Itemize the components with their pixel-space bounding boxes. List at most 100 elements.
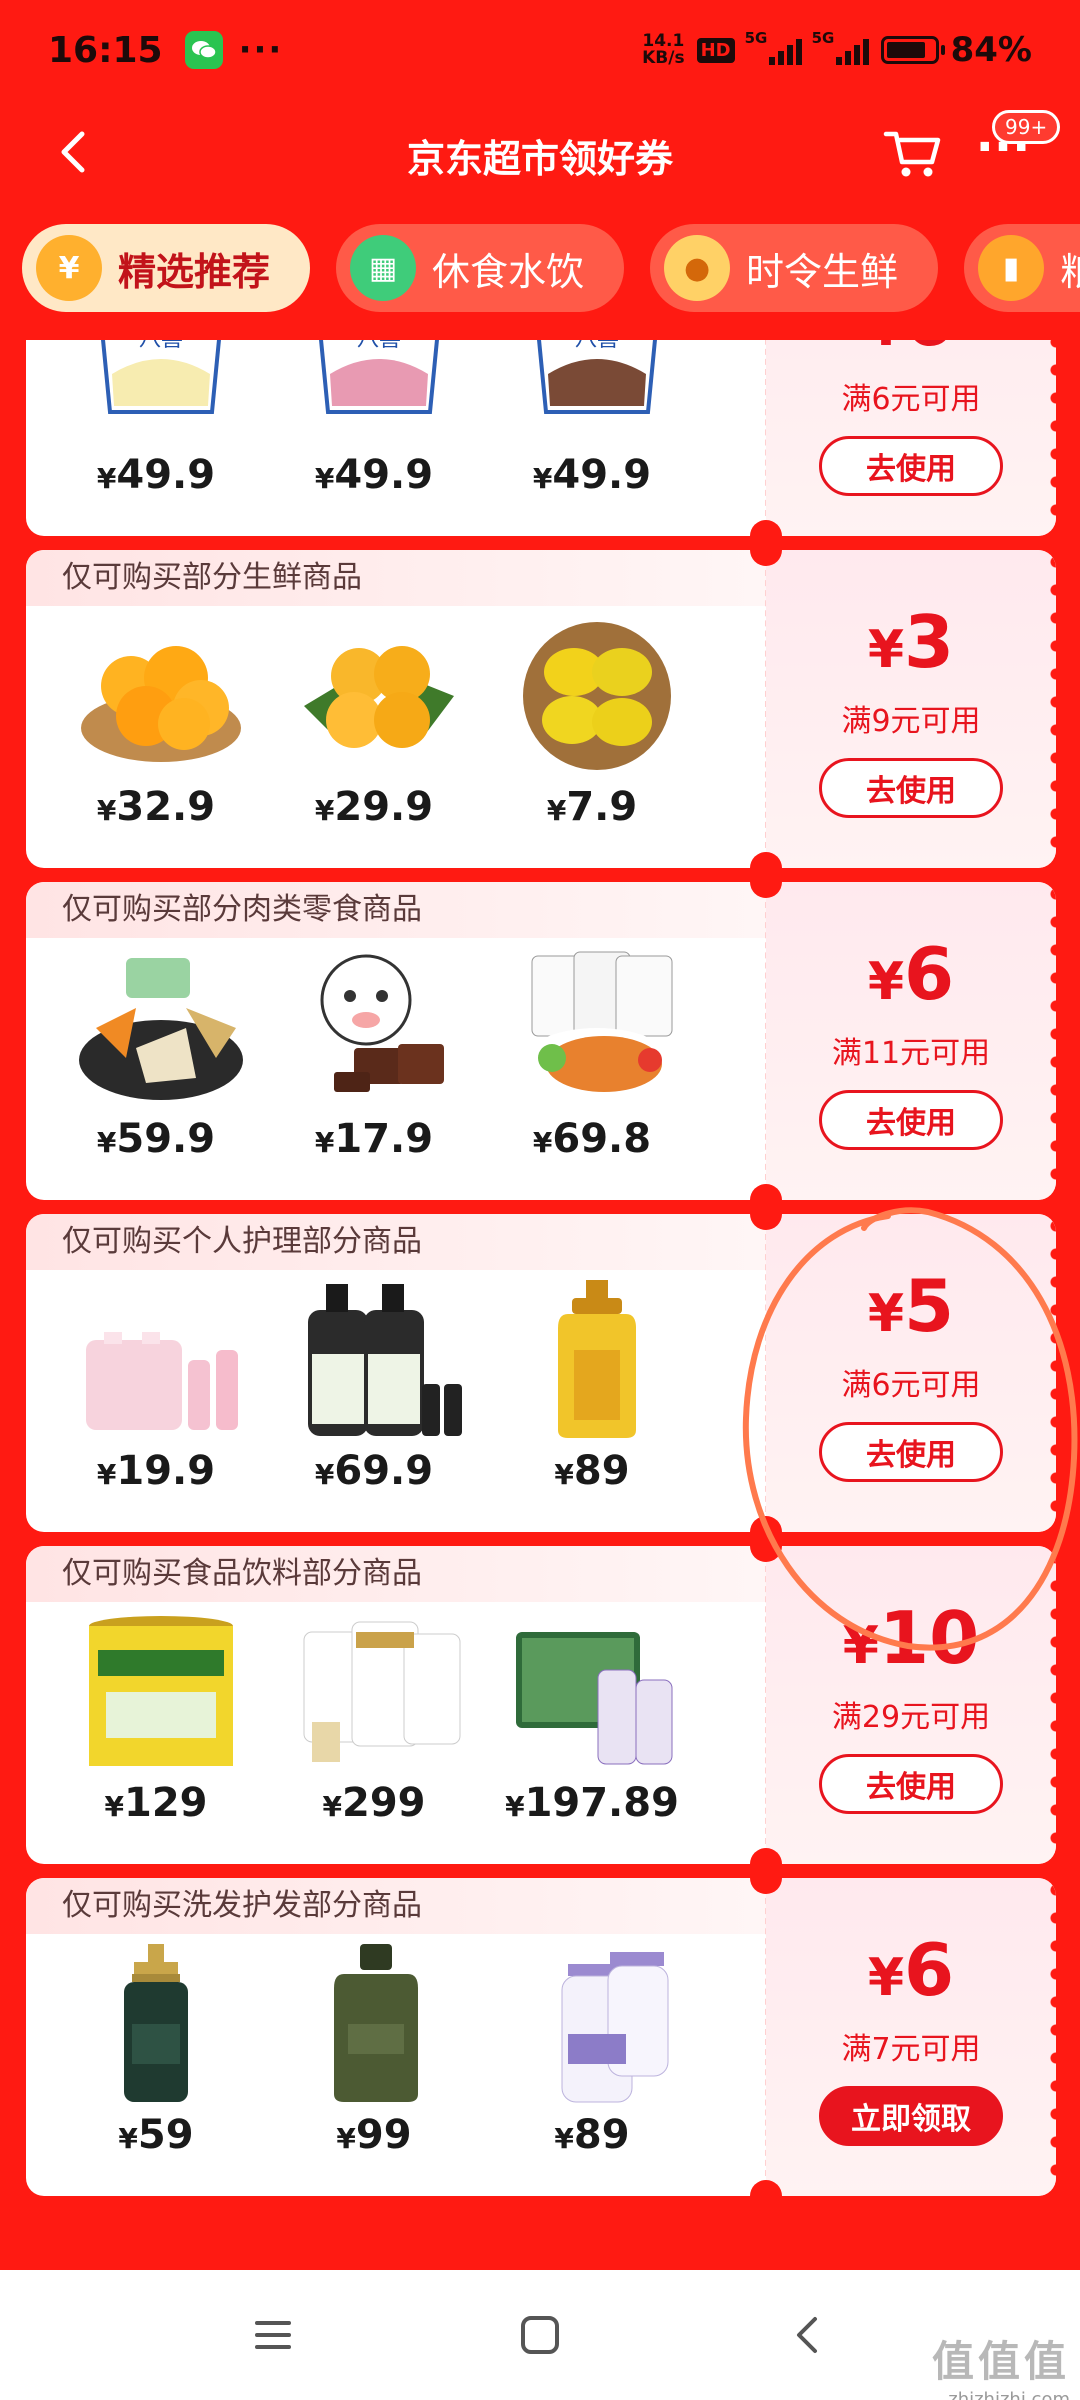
product-price: ¥17.9 xyxy=(274,1116,474,1162)
coupon-amount: ¥5 xyxy=(868,1264,954,1356)
coupon-card[interactable]: 仅可购买部分肉类零食商品 ¥59.9 ¥17.9 ¥69.8 ¥6 满11元可用… xyxy=(26,882,1056,1200)
product-image: 八喜 xyxy=(76,340,246,444)
status-more-dots: ··· xyxy=(238,30,284,70)
coupon-amount-value: 6 xyxy=(904,932,955,1016)
coupon-condition: 仅可购买个人护理部分商品 xyxy=(26,1214,766,1270)
coupon-card[interactable]: 仅可购买部分生鲜商品 ¥32.9 ¥29.9 ¥7.9 ¥3 满9元可用 去使用 xyxy=(26,550,1056,868)
price-value: 69.8 xyxy=(552,1116,652,1162)
currency-symbol: ¥ xyxy=(532,1126,553,1159)
product-image xyxy=(76,948,246,1108)
price-value: 99 xyxy=(355,2112,412,2158)
currency-symbol: ¥ xyxy=(314,794,335,827)
product-image xyxy=(294,1280,464,1440)
price-value: 89 xyxy=(573,2112,630,2158)
product-image xyxy=(294,616,464,776)
coupon-products-area: 仅可购买洗发护发部分商品 ¥59 ¥99 ¥89 xyxy=(26,1878,766,2196)
snack-icon: ▦ xyxy=(350,235,417,301)
price-value: 69.9 xyxy=(334,1448,434,1494)
coupon-card[interactable]: 仅可购买食品饮料部分商品 ¥129 ¥299 ¥197.89 ¥10 满29元可… xyxy=(26,1546,1056,1864)
currency-symbol: ¥ xyxy=(867,952,905,1012)
use-coupon-button[interactable]: 去使用 xyxy=(819,1754,1003,1814)
price-value: 49.9 xyxy=(334,452,434,498)
currency-symbol: ¥ xyxy=(336,2122,356,2155)
drink-icon: ▮ xyxy=(978,235,1045,301)
product-item[interactable]: ¥69.9 xyxy=(274,1276,492,1526)
currency-symbol: ¥ xyxy=(96,794,117,827)
product-item[interactable]: ¥69.8 xyxy=(492,944,710,1194)
product-image xyxy=(512,948,682,1108)
currency-symbol: ¥ xyxy=(546,794,567,827)
product-item[interactable]: ¥17.9 xyxy=(274,944,492,1194)
product-item[interactable]: ¥197.89 xyxy=(492,1608,710,1858)
product-item[interactable]: ¥7.9 xyxy=(492,612,710,862)
claim-coupon-button[interactable]: 立即领取 xyxy=(819,2086,1003,2146)
use-coupon-button[interactable]: 去使用 xyxy=(819,1090,1003,1150)
status-time: 16:15 xyxy=(48,29,163,71)
network-speed-unit: KB/s xyxy=(642,48,685,68)
product-item[interactable]: ¥89 xyxy=(492,1276,710,1526)
coupon-amount: ¥6 xyxy=(868,932,954,1024)
product-price: ¥69.9 xyxy=(274,1448,474,1494)
coupon-card[interactable]: 仅可购买个人护理部分商品 ¥19.9 ¥69.9 ¥89 ¥5 满6元可用 去使… xyxy=(26,1214,1056,1532)
back-button[interactable] xyxy=(44,122,104,182)
coupon-value-area: ¥6 满6元可用 去使用 xyxy=(766,340,1056,536)
product-item[interactable]: ¥99 xyxy=(274,1940,492,2190)
use-coupon-button[interactable]: 去使用 xyxy=(819,436,1003,496)
menu-nav-button[interactable] xyxy=(233,2295,313,2375)
tab-snacks-drinks[interactable]: ▦ 休食水饮 xyxy=(336,224,625,312)
tab-grain[interactable]: ▮ 粮 xyxy=(964,224,1080,312)
product-row: ¥59.9 ¥17.9 ¥69.8 xyxy=(26,944,766,1194)
tab-featured[interactable]: ¥ 精选推荐 xyxy=(22,224,311,312)
price-value: 129 xyxy=(123,1780,208,1826)
product-item[interactable]: ¥89 xyxy=(492,1940,710,2190)
product-row: ¥59 ¥99 ¥89 xyxy=(26,1940,766,2190)
product-row: ¥129 ¥299 ¥197.89 xyxy=(26,1608,766,1858)
product-item[interactable]: ¥19.9 xyxy=(56,1276,274,1526)
product-item[interactable]: ¥59 xyxy=(56,1940,274,2190)
product-image xyxy=(294,1944,464,2104)
product-item[interactable]: ¥59.9 xyxy=(56,944,274,1194)
currency-symbol: ¥ xyxy=(554,2122,574,2155)
use-coupon-button[interactable]: 去使用 xyxy=(819,1422,1003,1482)
use-coupon-button[interactable]: 去使用 xyxy=(819,758,1003,818)
product-image xyxy=(294,1612,464,1772)
home-nav-button[interactable] xyxy=(500,2295,580,2375)
product-price: ¥89 xyxy=(492,2112,692,2158)
currency-symbol: ¥ xyxy=(554,1458,574,1491)
price-value: 59 xyxy=(137,2112,194,2158)
coupon-card[interactable]: 仅可购买洗发护发部分商品 ¥59 ¥99 ¥89 ¥6 满7元可用 立即领取 xyxy=(26,1878,1056,2196)
svg-text:八喜: 八喜 xyxy=(139,340,183,352)
product-item[interactable]: ¥129 xyxy=(56,1608,274,1858)
price-value: 299 xyxy=(341,1780,426,1826)
cart-icon[interactable] xyxy=(880,120,946,186)
product-price: ¥197.89 xyxy=(492,1780,692,1826)
price-value: 17.9 xyxy=(334,1116,434,1162)
coupon-amount: ¥3 xyxy=(868,600,954,692)
product-item[interactable]: 八喜 ¥49.9 xyxy=(274,340,492,530)
product-price: ¥89 xyxy=(492,1448,692,1494)
signal-icon: 5G xyxy=(812,29,869,65)
fruit-icon: ● xyxy=(664,235,731,301)
coupon-list[interactable]: 八喜 ¥49.9 八喜 ¥49.9 八喜 ¥49.9 ¥6 满6元可用 去使用 … xyxy=(0,340,1080,2270)
product-item[interactable]: ¥299 xyxy=(274,1608,492,1858)
product-item[interactable]: 八喜 ¥49.9 xyxy=(492,340,710,530)
svg-text:八喜: 八喜 xyxy=(357,340,401,352)
coupon-condition: 仅可购买部分生鲜商品 xyxy=(26,550,766,606)
product-item[interactable]: ¥29.9 xyxy=(274,612,492,862)
currency-symbol: ¥ xyxy=(314,462,335,495)
product-price: ¥49.9 xyxy=(56,452,256,498)
tab-fresh[interactable]: ● 时令生鲜 xyxy=(650,224,939,312)
tab-label: 时令生鲜 xyxy=(746,249,899,294)
back-nav-button[interactable] xyxy=(767,2295,847,2375)
price-value: 59.9 xyxy=(116,1116,216,1162)
price-value: 49.9 xyxy=(116,452,216,498)
product-image xyxy=(512,1612,682,1772)
coupon-threshold: 满6元可用 xyxy=(841,1368,981,1403)
product-item[interactable]: ¥32.9 xyxy=(56,612,274,862)
product-item[interactable]: 八喜 ¥49.9 xyxy=(56,340,274,530)
tab-label: 休食水饮 xyxy=(432,249,585,294)
coupon-card[interactable]: 八喜 ¥49.9 八喜 ¥49.9 八喜 ¥49.9 ¥6 满6元可用 去使用 xyxy=(26,340,1056,536)
currency-symbol: ¥ xyxy=(322,1790,342,1823)
battery-percent: 84% xyxy=(950,30,1032,70)
currency-symbol: ¥ xyxy=(118,2122,138,2155)
